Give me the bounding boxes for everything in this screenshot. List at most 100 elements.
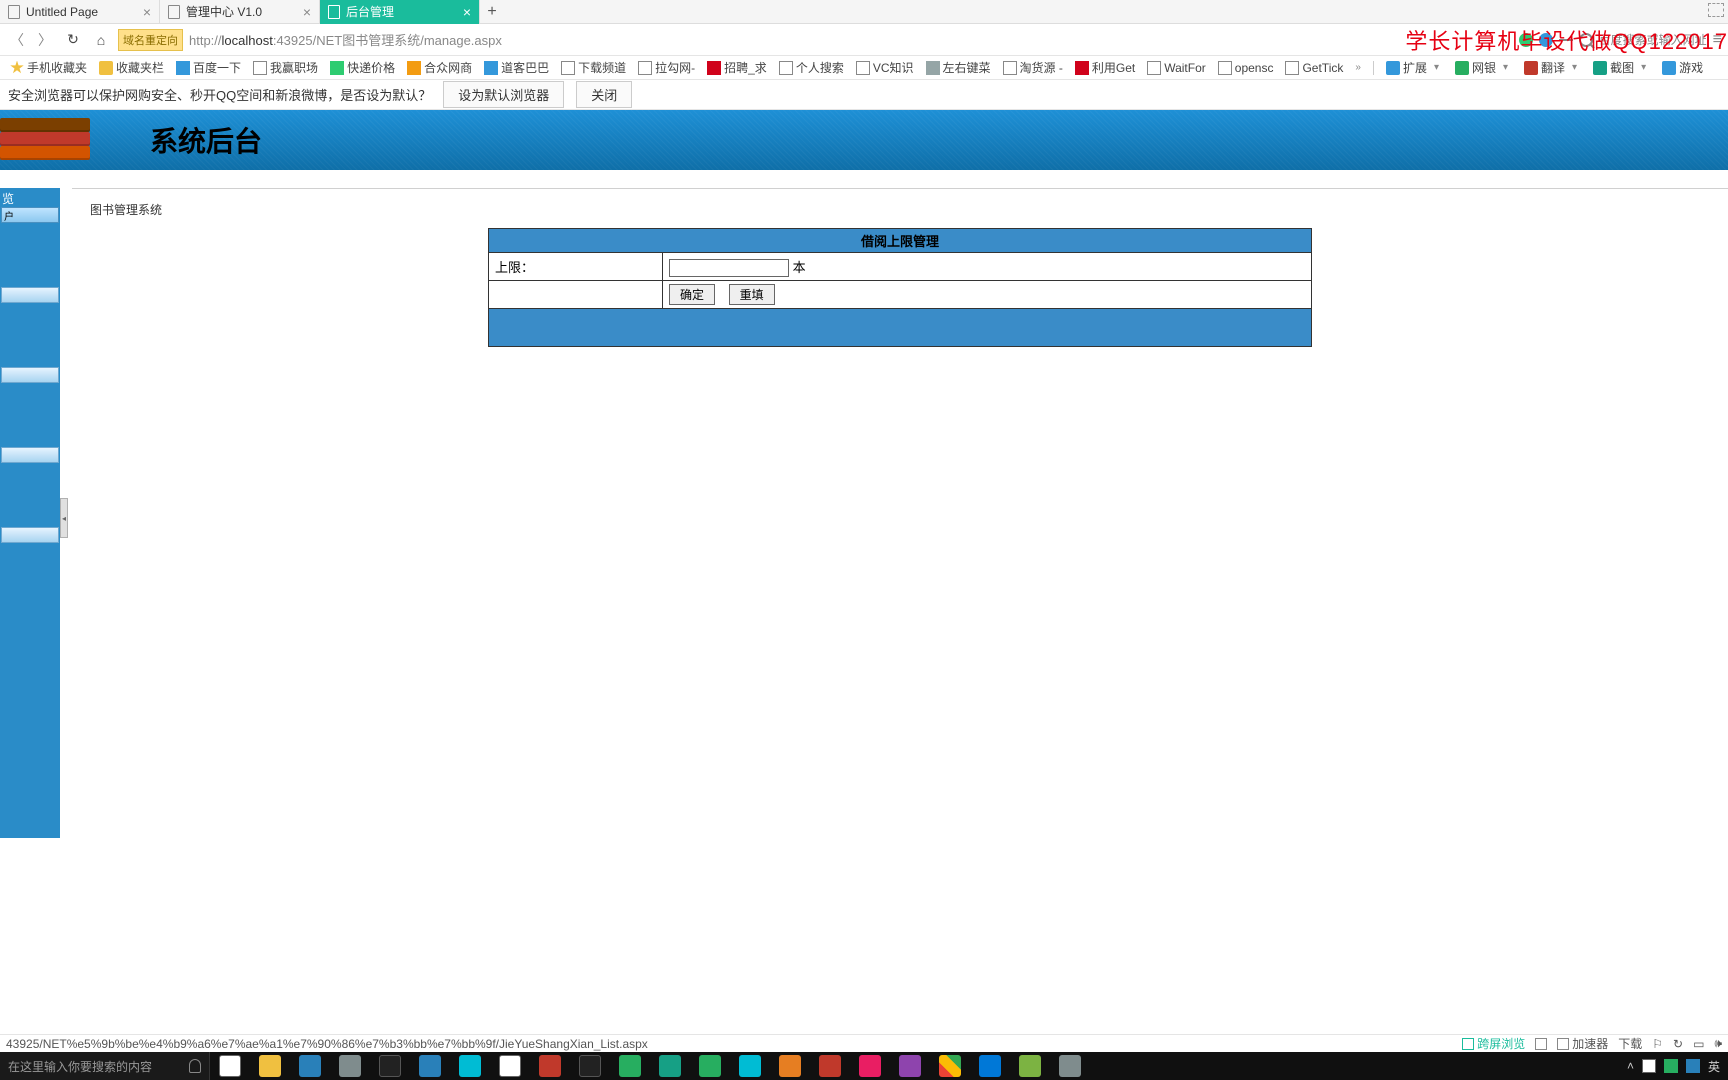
ext-item[interactable]: 扩展▾ — [1382, 59, 1447, 76]
redirect-badge: 域名重定向 — [118, 29, 183, 51]
back-button[interactable]: 〈 — [6, 29, 28, 51]
bookmark-item[interactable]: 招聘_求 — [703, 59, 771, 76]
reload-button[interactable]: ↻ — [62, 29, 84, 51]
app-button[interactable] — [570, 1052, 610, 1080]
bookmark-item[interactable]: 我赢职场 — [249, 59, 322, 76]
app-button[interactable] — [1050, 1052, 1090, 1080]
app-button[interactable] — [610, 1052, 650, 1080]
app-button[interactable] — [850, 1052, 890, 1080]
app-button[interactable] — [410, 1052, 450, 1080]
ext-icon — [1593, 61, 1607, 75]
app-button[interactable] — [290, 1052, 330, 1080]
tab-untitled[interactable]: Untitled Page × — [0, 0, 160, 24]
task-view-button[interactable] — [210, 1052, 250, 1080]
close-icon[interactable]: × — [303, 4, 311, 20]
app-button[interactable] — [650, 1052, 690, 1080]
edge-button[interactable] — [970, 1052, 1010, 1080]
sidebar-item[interactable] — [1, 287, 59, 303]
app-button[interactable] — [890, 1052, 930, 1080]
system-title: 系统后台 — [150, 120, 262, 160]
bookmark-item[interactable]: 左右键菜 — [922, 59, 995, 76]
confirm-button[interactable]: 确定 — [669, 284, 715, 305]
app-button[interactable] — [490, 1052, 530, 1080]
sidebar-item[interactable] — [1, 367, 59, 383]
app-button[interactable] — [530, 1052, 570, 1080]
bookmark-item[interactable]: 淘货源 - — [999, 59, 1067, 76]
app-button[interactable] — [450, 1052, 490, 1080]
new-tab-button[interactable]: + — [480, 3, 504, 21]
ext-icon — [1386, 61, 1400, 75]
phone-icon — [1462, 1038, 1474, 1050]
bookmark-item[interactable]: opensc — [1214, 61, 1278, 75]
bookmark-item[interactable]: 收藏夹栏 — [95, 59, 168, 76]
tab-backend[interactable]: 后台管理 × — [320, 0, 480, 24]
tray-icon[interactable] — [1686, 1059, 1700, 1073]
tab-admin-center[interactable]: 管理中心 V1.0 × — [160, 0, 320, 24]
bookmark-item[interactable]: 下载频道 — [557, 59, 630, 76]
flag-icon[interactable]: ⚐ — [1652, 1037, 1663, 1051]
window-restore-icon[interactable] — [1708, 3, 1724, 17]
tray-chevron-icon[interactable]: ˄ — [1627, 1059, 1634, 1073]
ext-icon — [1524, 61, 1538, 75]
mic-icon[interactable] — [189, 1059, 201, 1073]
bookmark-item[interactable]: VC知识 — [852, 59, 918, 76]
tray-icon[interactable] — [1664, 1059, 1678, 1073]
doc-icon — [856, 61, 870, 75]
close-icon[interactable]: × — [463, 4, 471, 20]
sidebar-item[interactable] — [1, 527, 59, 543]
bookmark-item[interactable]: 拉勾网- — [634, 59, 699, 76]
bookmark-item[interactable]: 手机收藏夹 — [6, 59, 91, 76]
ime-indicator[interactable]: 英 — [1708, 1058, 1720, 1075]
file-explorer-button[interactable] — [250, 1052, 290, 1080]
app-button[interactable] — [330, 1052, 370, 1080]
site-icon — [484, 61, 498, 75]
doc-icon — [1003, 61, 1017, 75]
reset-button[interactable]: 重填 — [729, 284, 775, 305]
taskbar-search[interactable]: 在这里输入你要搜索的内容 — [0, 1052, 210, 1080]
sidebar-item[interactable] — [1, 447, 59, 463]
close-notice-button[interactable]: 关闭 — [576, 81, 632, 108]
download-button[interactable]: 下载 — [1618, 1035, 1642, 1052]
bookmark-item[interactable]: 合众网商 — [403, 59, 476, 76]
home-button[interactable]: ⌂ — [90, 29, 112, 51]
bookmark-item[interactable]: 快递价格 — [326, 59, 399, 76]
site-icon — [176, 61, 190, 75]
site-icon — [707, 61, 721, 75]
app-button[interactable] — [690, 1052, 730, 1080]
ext-item[interactable]: 游戏 — [1658, 59, 1707, 76]
sync-icon[interactable]: ↻ — [1673, 1037, 1683, 1051]
chrome-button[interactable] — [930, 1052, 970, 1080]
sidebar-item[interactable]: 户 — [1, 207, 59, 223]
cross-screen-button[interactable]: 跨屏浏览 — [1462, 1035, 1525, 1052]
chevron-right-icon[interactable]: » — [1351, 62, 1365, 73]
url-display[interactable]: http://localhost:43925/NET图书管理系统/manage.… — [189, 30, 502, 49]
limit-input[interactable] — [669, 259, 789, 277]
close-icon[interactable]: × — [143, 4, 151, 20]
bookmark-item[interactable]: WaitFor — [1143, 61, 1210, 75]
set-default-button[interactable]: 设为默认浏览器 — [443, 81, 564, 108]
ext-item[interactable]: 网银▾ — [1451, 59, 1516, 76]
forward-button[interactable]: 〉 — [34, 29, 56, 51]
rocket-icon — [1557, 1038, 1569, 1050]
accelerator-button[interactable]: 加速器 — [1557, 1035, 1608, 1052]
tray-icon[interactable] — [1642, 1059, 1656, 1073]
app-button[interactable] — [770, 1052, 810, 1080]
sound-icon[interactable]: 🕪 — [1714, 1036, 1722, 1051]
ext-item[interactable]: 截图▾ — [1589, 59, 1654, 76]
app-button[interactable] — [730, 1052, 770, 1080]
ext-item[interactable]: 翻译▾ — [1520, 59, 1585, 76]
bookmark-item[interactable]: 利用Get — [1071, 59, 1139, 76]
refresh-button[interactable] — [1535, 1038, 1547, 1050]
app-button[interactable] — [810, 1052, 850, 1080]
doc-icon — [253, 61, 267, 75]
bookmark-item[interactable]: GetTick — [1281, 61, 1347, 75]
qq-button[interactable] — [370, 1052, 410, 1080]
zoom-icon[interactable]: ▭ — [1693, 1037, 1704, 1051]
doc-icon — [561, 61, 575, 75]
bookmark-item[interactable]: 道客巴巴 — [480, 59, 553, 76]
sidebar-collapse-handle[interactable]: ◂ — [60, 498, 68, 538]
bookmark-item[interactable]: 个人搜索 — [775, 59, 848, 76]
app-button[interactable] — [1010, 1052, 1050, 1080]
bookmark-item[interactable]: 百度一下 — [172, 59, 245, 76]
bookmarks-bar: 手机收藏夹 收藏夹栏 百度一下 我赢职场 快递价格 合众网商 道客巴巴 下载频道… — [0, 56, 1728, 80]
